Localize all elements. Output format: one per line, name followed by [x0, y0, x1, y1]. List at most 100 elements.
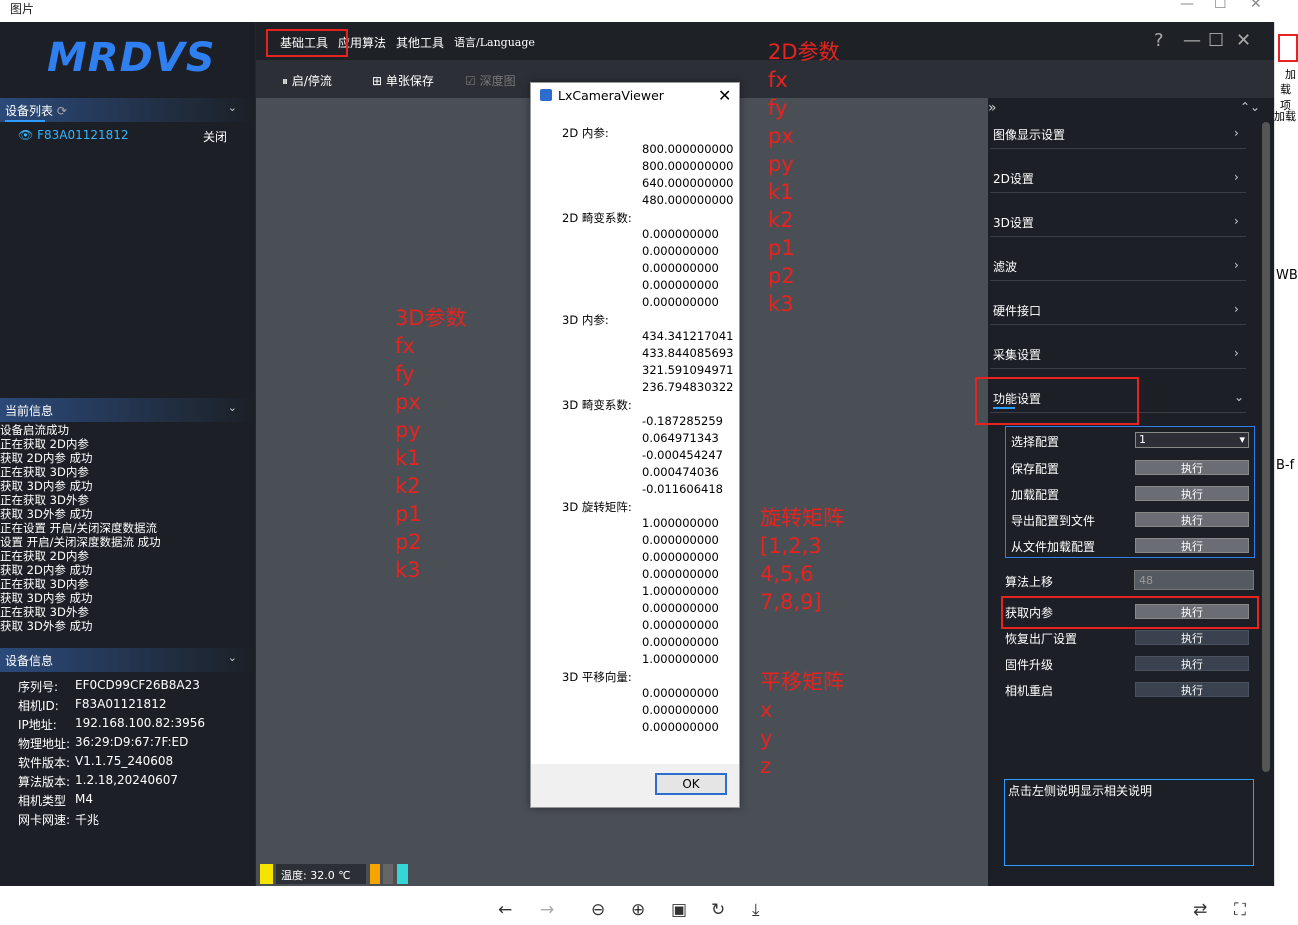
device-info-label: 序列号:	[18, 680, 59, 694]
log-line: 设置 开启/关闭深度数据流 成功	[0, 535, 161, 549]
temperature-readout: 温度: 32.0 ℃	[276, 864, 366, 884]
settings-scrollbar[interactable]	[1262, 122, 1270, 772]
single-save-button[interactable]: ⊞ 单张保存	[372, 72, 434, 89]
device-list-header[interactable]: 设备列表 ⟳ ⌄	[0, 98, 255, 122]
device-info-label: 相机ID:	[18, 699, 59, 713]
download-icon[interactable]: ⤓	[752, 900, 760, 920]
settings-section-5[interactable]: 采集设置	[993, 346, 1253, 363]
settings-section-3[interactable]: 滤波	[993, 258, 1253, 275]
log-line: 正在获取 2D内参	[0, 549, 89, 563]
collapse-icon[interactable]: »	[988, 100, 997, 116]
dialog-value: 640.000000000	[642, 176, 734, 190]
dialog-value: 0.000000000	[642, 244, 719, 258]
chevron-down-icon[interactable]: ⌄	[228, 651, 237, 664]
load-config-label: 加载配置	[1011, 488, 1060, 502]
dialog-value: 0.000000000	[642, 635, 719, 649]
dialog-section-label: 2D 内参:	[562, 126, 609, 140]
dialog-section-label: 3D 旋转矩阵:	[562, 500, 632, 514]
zoom-in-icon[interactable]: ⊕	[631, 900, 645, 920]
dialog-value: 0.000000000	[642, 227, 719, 241]
refresh-icon[interactable]: ⟳	[57, 104, 67, 118]
select-config-label: 选择配置	[1011, 435, 1060, 449]
dialog-value: 0.000000000	[642, 261, 719, 275]
translate-icon[interactable]: ⇄	[1193, 900, 1207, 920]
zoom-out-icon[interactable]: ⊖	[591, 900, 605, 920]
log-line: 获取 3D内参 成功	[0, 479, 93, 493]
annotation-rotation: 旋转矩阵 [1,2,3 4,5,6 7,8,9]	[760, 506, 844, 614]
dialog-value: 434.341217041	[642, 329, 734, 343]
dialog-section-label: 3D 平移向量:	[562, 670, 632, 684]
firmware-upgrade-button[interactable]: 执行	[1135, 656, 1249, 671]
dropdown-arrow-icon: ▾	[1239, 433, 1245, 446]
factory-reset-button[interactable]: 执行	[1135, 630, 1249, 645]
chevron-right-icon[interactable]: ›	[1234, 302, 1239, 316]
menu-language[interactable]: 语言/Language	[454, 34, 535, 50]
dialog-title: LxCameraViewer	[558, 88, 664, 103]
app-maximize-icon[interactable]: ☐	[1208, 30, 1224, 51]
chevron-right-icon[interactable]: ›	[1234, 126, 1239, 140]
ok-button[interactable]: OK	[655, 773, 727, 795]
app-close-icon[interactable]: ✕	[1236, 30, 1251, 51]
rotate-icon[interactable]: ↻	[711, 900, 725, 920]
chevron-right-icon[interactable]: ›	[1234, 346, 1239, 360]
log-line: 正在获取 3D内参	[0, 577, 89, 591]
arrow-right-icon[interactable]: →	[540, 900, 554, 920]
background-window-strip	[1274, 22, 1298, 886]
device-info-header[interactable]: 设备信息 ⌄	[0, 648, 255, 672]
dialog-value: 1.000000000	[642, 584, 719, 598]
close-icon[interactable]: ✕	[1250, 0, 1262, 12]
depth-view-checkbox[interactable]: ☑ 深度图	[465, 72, 516, 89]
algo-shift-input[interactable]: 48	[1134, 570, 1254, 590]
dialog-value: 321.591094971	[642, 363, 734, 377]
strip-text-c: 加载	[1274, 110, 1296, 123]
load-config-button[interactable]: 执行	[1135, 486, 1249, 501]
export-config-button[interactable]: 执行	[1135, 512, 1249, 527]
import-config-button[interactable]: 执行	[1135, 538, 1249, 553]
collapse-all-icon[interactable]: ⌃⌄	[1240, 100, 1260, 114]
dialog-value: 0.000000000	[642, 703, 719, 717]
dialog-close-icon[interactable]: ✕	[718, 86, 731, 105]
settings-section-1[interactable]: 2D设置	[993, 170, 1253, 187]
minimize-icon[interactable]: —	[1180, 0, 1194, 12]
chevron-right-icon[interactable]: ›	[1234, 258, 1239, 272]
chevron-down-icon[interactable]: ⌄	[228, 401, 237, 414]
device-info-value: 192.168.100.82:3956	[75, 716, 206, 730]
dialog-value: 236.794830322	[642, 380, 734, 394]
save-config-button[interactable]: 执行	[1135, 460, 1249, 475]
config-select[interactable]: 1 ▾	[1135, 432, 1249, 448]
maximize-icon[interactable]: ☐	[1214, 0, 1227, 12]
app-logo: MRDVS	[47, 35, 216, 81]
chevron-down-icon[interactable]: ⌄	[228, 101, 237, 114]
status-indicator-gray	[383, 864, 393, 884]
annotation-box-get-intrinsics	[1001, 596, 1259, 629]
settings-section-2[interactable]: 3D设置	[993, 214, 1253, 231]
menu-other-tools[interactable]: 其他工具	[396, 34, 444, 51]
dialog-section-label: 3D 畸变系数:	[562, 398, 632, 412]
chevron-right-icon[interactable]: ›	[1234, 170, 1239, 184]
device-close-button[interactable]: 关闭	[203, 128, 227, 145]
start-stop-button[interactable]: ⏸ 启/停流	[282, 72, 332, 89]
help-icon[interactable]: ?	[1154, 30, 1164, 51]
app-minimize-icon[interactable]: —	[1183, 30, 1201, 51]
device-info-value: M4	[75, 792, 93, 806]
camera-reboot-button[interactable]: 执行	[1135, 682, 1249, 697]
settings-section-0[interactable]: 图像显示设置	[993, 126, 1253, 143]
dialog-value: 800.000000000	[642, 142, 734, 156]
fit-icon[interactable]: ▣	[671, 900, 687, 920]
algo-shift-label: 算法上移	[1005, 575, 1054, 589]
chevron-right-icon[interactable]: ›	[1234, 214, 1239, 228]
device-info-label: 算法版本:	[18, 775, 71, 789]
log-line: 正在获取 3D内参	[0, 465, 89, 479]
log-line: 获取 3D外参 成功	[0, 507, 93, 521]
firmware-upgrade-label: 固件升级	[1005, 658, 1054, 672]
settings-section-4[interactable]: 硬件接口	[993, 302, 1253, 319]
dialog-value: 0.064971343	[642, 431, 719, 445]
log-line: 设备启流成功	[0, 423, 69, 437]
chevron-down-icon[interactable]: ⌄	[1234, 390, 1244, 404]
scan-icon[interactable]: ⛶	[1234, 900, 1246, 920]
arrow-left-icon[interactable]: ←	[498, 900, 512, 920]
device-info-value: 1.2.18,20240607	[75, 773, 179, 787]
dialog-value: -0.187285259	[642, 414, 723, 428]
device-info-label: 物理地址:	[18, 737, 71, 751]
current-info-header[interactable]: 当前信息 ⌄	[0, 398, 255, 422]
